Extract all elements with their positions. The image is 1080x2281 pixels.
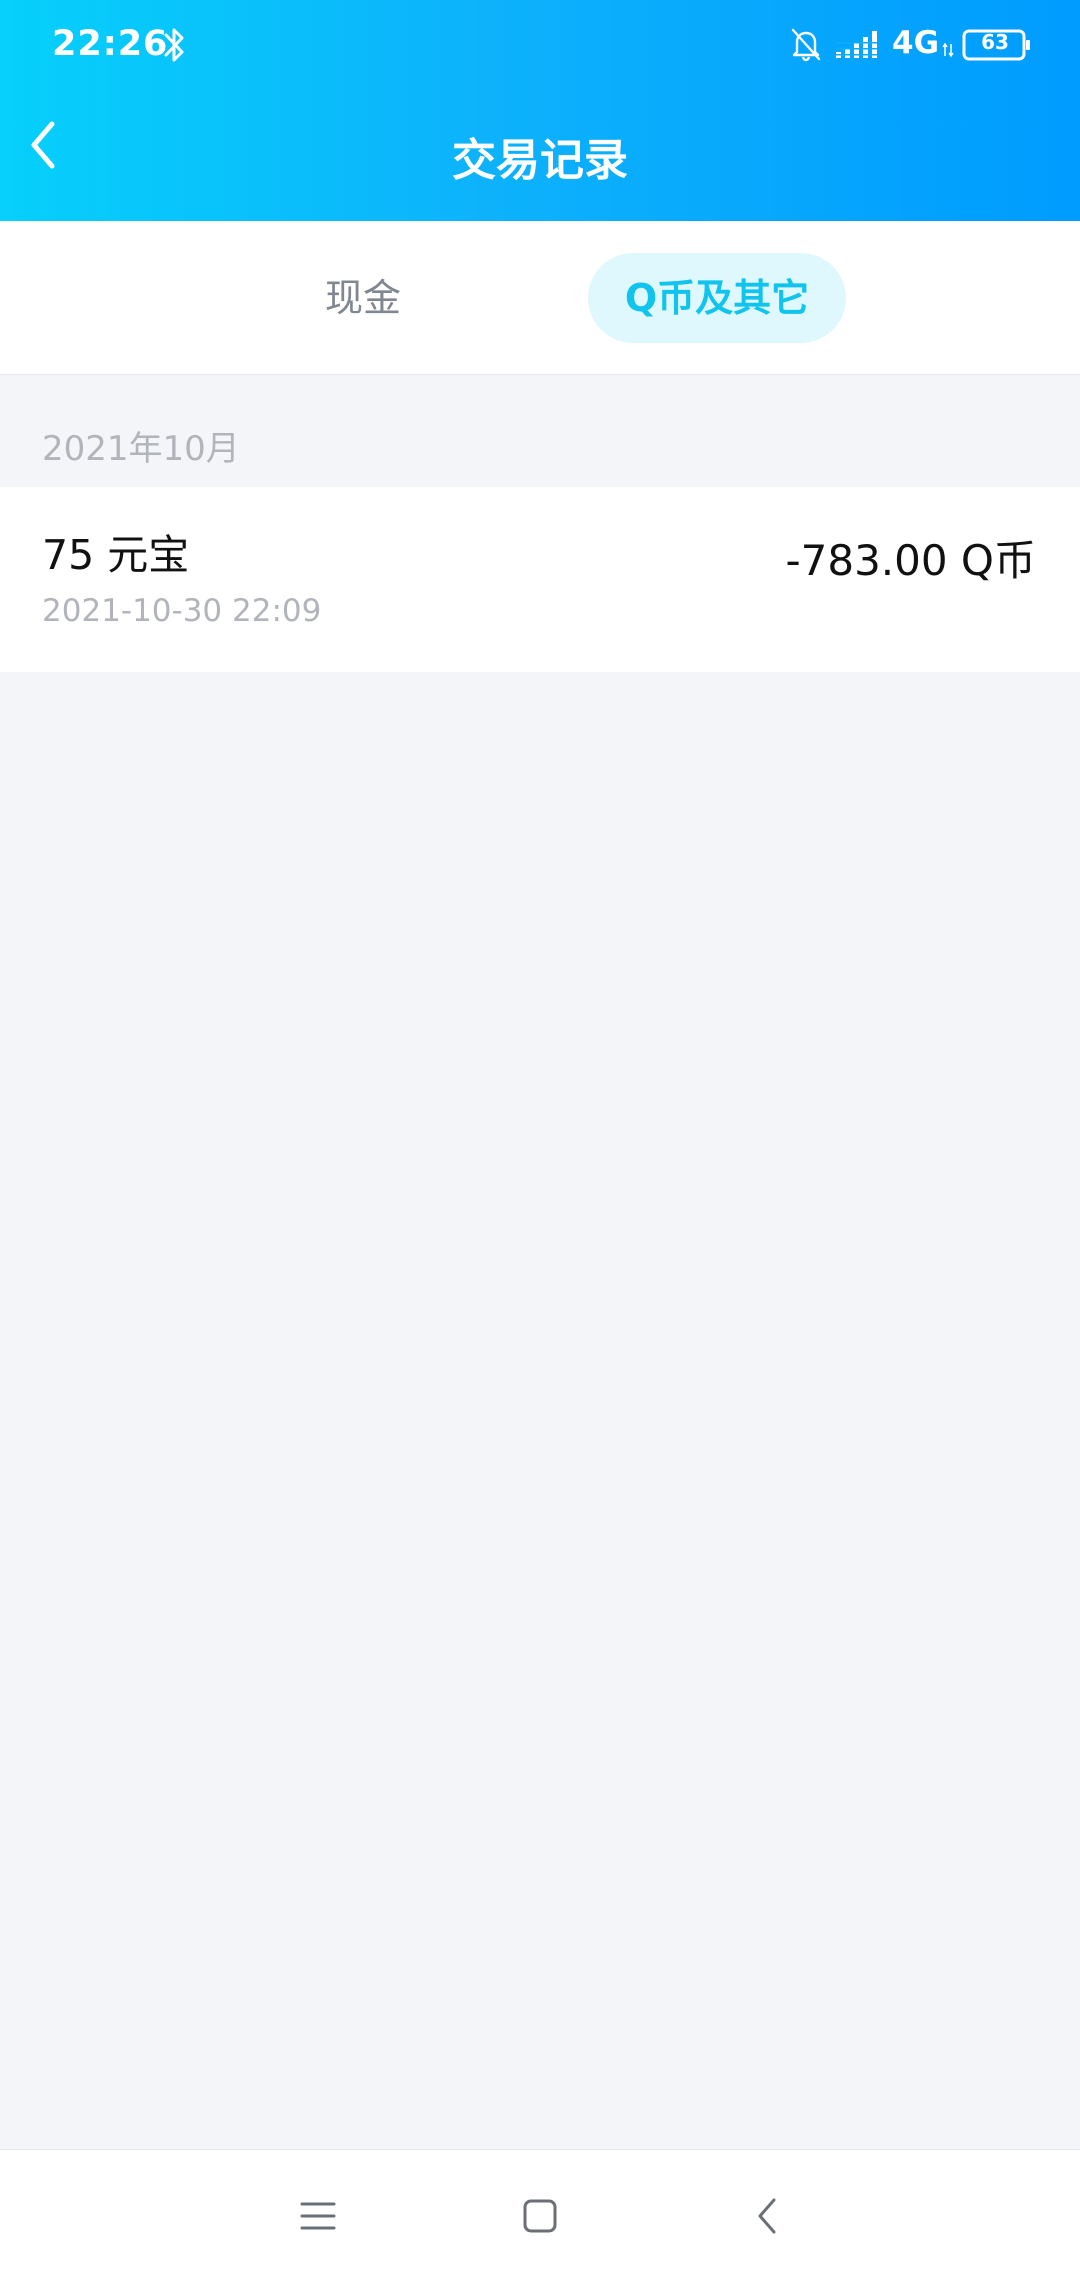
header-bar: 22:26 4G 63 交易记录 xyxy=(0,0,1080,221)
bell-muted-icon xyxy=(791,28,821,62)
back-icon[interactable] xyxy=(738,2186,798,2246)
tab-qcoin-and-others[interactable]: Q币及其它 xyxy=(588,253,846,343)
transaction-amount: -783.00 Q币 xyxy=(785,536,1036,585)
system-navigation-bar xyxy=(0,2149,1080,2281)
month-label: 2021年10月 xyxy=(42,429,240,469)
menu-icon[interactable] xyxy=(288,2186,348,2246)
status-bar: 22:26 4G 63 xyxy=(0,0,1080,90)
tab-bar: 现金 Q币及其它 xyxy=(0,221,1080,375)
bluetooth-icon xyxy=(164,28,184,62)
transaction-title: 75 元宝 xyxy=(42,531,190,579)
home-icon[interactable] xyxy=(510,2186,570,2246)
data-arrows-icon xyxy=(942,42,954,58)
signal-icon xyxy=(836,31,877,58)
page-title: 交易记录 xyxy=(452,135,628,186)
month-section-header: 2021年10月 xyxy=(0,375,1080,487)
transaction-date: 2021-10-30 22:09 xyxy=(42,593,322,629)
network-type: 4G xyxy=(892,25,940,61)
battery-level: 63 xyxy=(981,30,1009,54)
nav-bar: 交易记录 xyxy=(0,90,1080,221)
status-time: 22:26 xyxy=(52,24,169,64)
tab-cash[interactable]: 现金 xyxy=(278,253,448,343)
transaction-row[interactable]: 75 元宝 2021-10-30 22:09 -783.00 Q币 xyxy=(0,487,1080,672)
